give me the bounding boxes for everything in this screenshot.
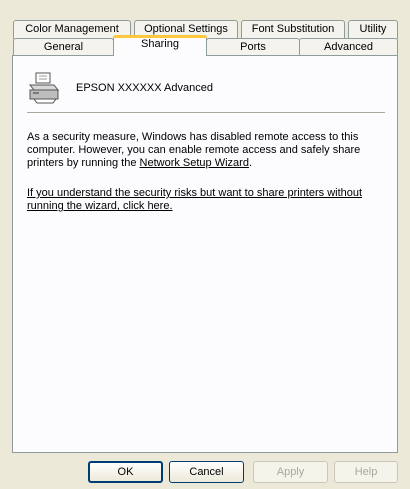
printer-icon — [28, 72, 60, 104]
help-button[interactable]: Help — [334, 461, 398, 483]
share-without-wizard-link-wrapper: If you understand the security risks but… — [27, 187, 379, 213]
cancel-button[interactable]: Cancel — [169, 461, 244, 483]
security-message-end: . — [248, 157, 253, 169]
share-without-wizard-link[interactable]: If you understand the security risks but… — [27, 187, 362, 212]
security-message: As a security measure, Windows has disab… — [27, 131, 379, 170]
sharing-panel: EPSON XXXXXX Advanced As a security meas… — [12, 55, 398, 453]
network-setup-wizard-link[interactable]: Network Setup Wizard — [140, 157, 249, 169]
tab-sharing[interactable]: Sharing — [113, 35, 207, 58]
apply-button[interactable]: Apply — [253, 461, 328, 483]
tab-utility[interactable]: Utility — [348, 20, 398, 39]
ok-button[interactable]: OK — [88, 461, 163, 483]
divider — [27, 112, 385, 114]
tab-font-substitution[interactable]: Font Substitution — [241, 20, 345, 39]
printer-name: EPSON XXXXXX Advanced — [76, 82, 213, 94]
